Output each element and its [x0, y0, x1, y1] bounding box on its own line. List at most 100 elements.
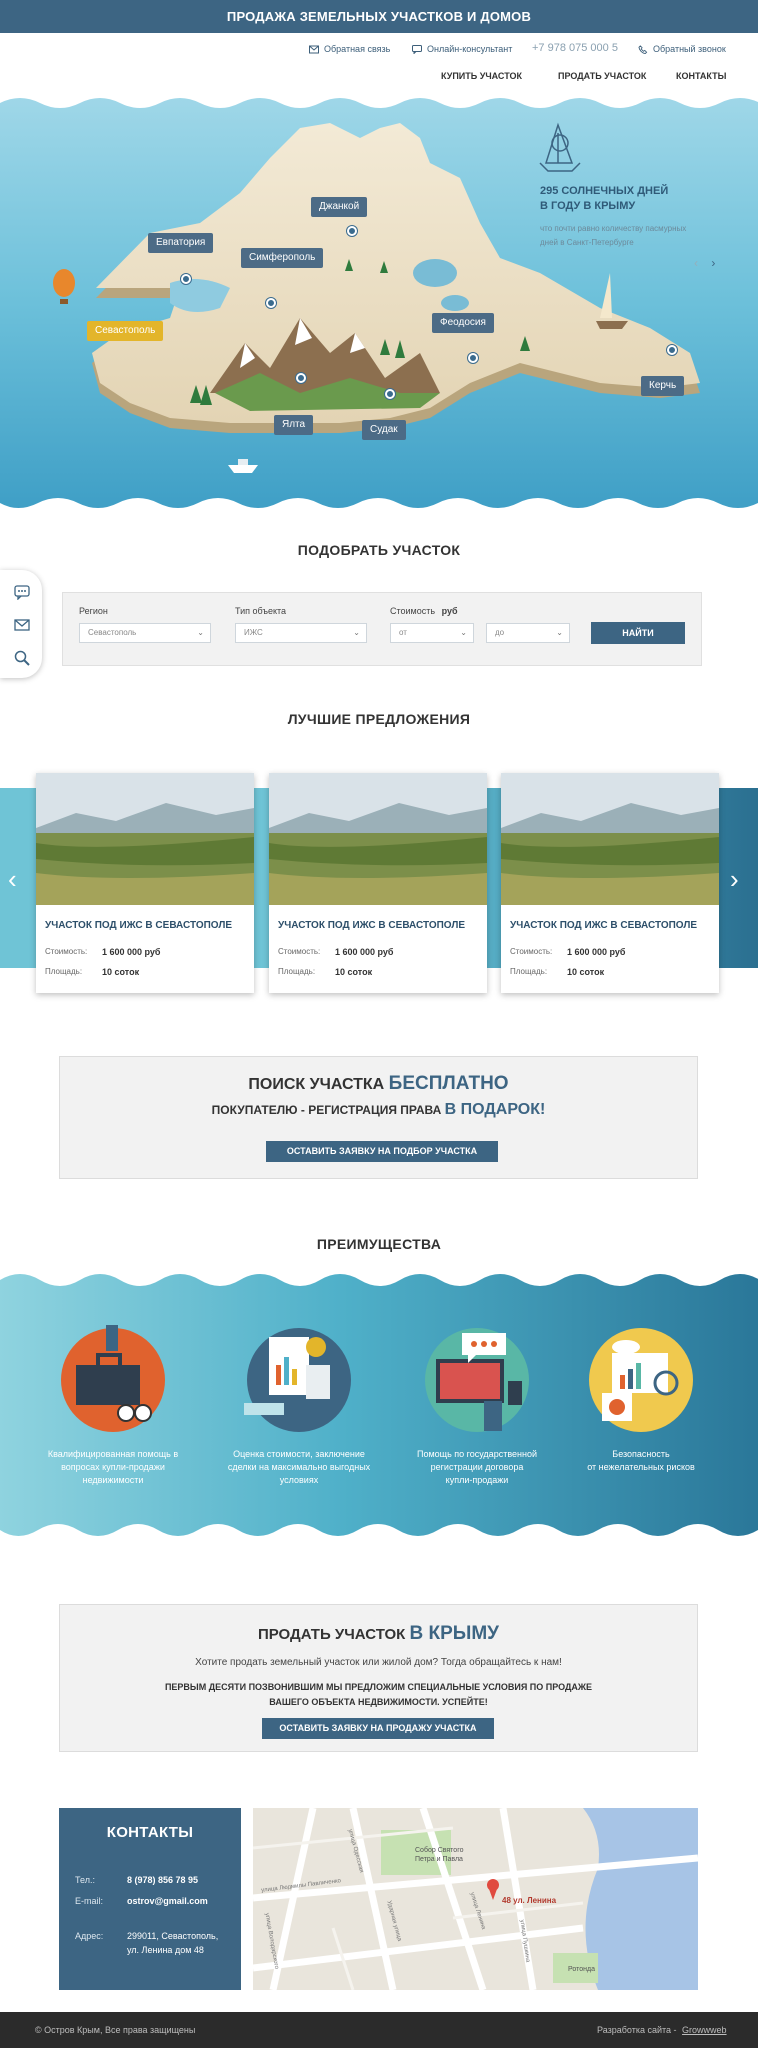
offer-card[interactable]: УЧАСТОК ПОД ИЖС В СЕВАСТОПОЛЕ Стоимость:…: [36, 773, 254, 993]
advantage-text: Безопасность от нежелательных рисков: [587, 1449, 695, 1472]
map-pin[interactable]: [468, 353, 478, 363]
search-icon[interactable]: [14, 650, 30, 666]
offers-prev-arrow[interactable]: ‹: [8, 866, 17, 892]
plot-filter-form: Регион Севастополь ⌄ Тип объекта ИЖС ⌄ С…: [62, 592, 702, 666]
chevron-down-icon: ⌄: [197, 628, 204, 637]
contacts-box: КОНТАКТЫ Тел.: 8 (978) 856 78 95 E-mail:…: [59, 1808, 241, 1990]
phone-label: Тел.:: [75, 1875, 95, 1885]
city-label-kerch[interactable]: Керчь: [641, 376, 685, 396]
price-to-value: до: [495, 628, 505, 637]
offers-next-arrow[interactable]: ›: [730, 866, 739, 892]
type-select[interactable]: ИЖС ⌄: [235, 623, 367, 643]
map-pin[interactable]: [181, 274, 191, 284]
consultant-label: Онлайн-консультант: [427, 44, 513, 54]
contact-links-row: Обратная связь Онлайн-консультант +7 978…: [0, 40, 758, 60]
map-pin[interactable]: [667, 345, 677, 355]
city-label-feodosia[interactable]: Феодосия: [432, 313, 494, 333]
map-church-label: Собор Святого Петра и Павла: [415, 1847, 464, 1863]
map-pin[interactable]: [266, 298, 276, 308]
price-from-select[interactable]: от ⌄: [390, 623, 474, 643]
city-label-evpatoria[interactable]: Евпатория: [148, 233, 214, 253]
hero-description: что почти равно количеству пасмурных дне…: [540, 224, 687, 247]
nav-sell[interactable]: ПРОДАТЬ УЧАСТОК: [558, 71, 646, 81]
mail-icon[interactable]: [14, 617, 30, 633]
site-title: ПРОДАЖА ЗЕМЕЛЬНЫХ УЧАСТКОВ И ДОМОВ: [226, 9, 532, 24]
sell-promo-offer: ПЕРВЫМ ДЕСЯТИ ПОЗВОНИВШИМ МЫ ПРЕДЛОЖИМ С…: [164, 1682, 593, 1707]
offer-card[interactable]: УЧАСТОК ПОД ИЖС В СЕВАСТОПОЛЕ Стоимость:…: [269, 773, 487, 993]
offer-title: УЧАСТОК ПОД ИЖС В СЕВАСТОПОЛЕ: [278, 920, 466, 931]
map-pin[interactable]: [385, 389, 395, 399]
map-rotunda-label: Ротонда: [568, 1966, 595, 1973]
search-request-button[interactable]: ОСТАВИТЬ ЗАЯВКУ НА ПОДБОР УЧАСТКА: [266, 1141, 498, 1162]
hero-fact: 295 СОЛНЕЧНЫХ ДНЕЙ В ГОДУ В КРЫМУ что по…: [540, 128, 690, 250]
type-select-value: ИЖС: [244, 628, 263, 637]
offer-price-row: Стоимость: 1 600 000 руб: [45, 947, 161, 957]
chat-icon[interactable]: [14, 584, 30, 600]
city-label-sevastopol[interactable]: Севастополь: [87, 321, 164, 341]
type-label: Тип объекта: [235, 606, 287, 616]
advantage-text: Оценка стоимости, заключение сделки на м…: [227, 1449, 371, 1485]
email-label: E-mail:: [75, 1896, 104, 1906]
main-nav: КУПИТЬ УЧАСТОК ПРОДАТЬ УЧАСТОК КОНТАКТЫ: [0, 71, 758, 85]
promo-search-line1: ПОИСК УЧАСТКА БЕСПЛАТНО: [248, 1073, 509, 1094]
phone-text: +7 978 075 000 5: [532, 42, 618, 54]
offer-price: 1 600 000 руб: [102, 947, 161, 957]
envelope-icon: [309, 45, 319, 53]
hero-headline: 295 СОЛНЕЧНЫХ ДНЕЙ В ГОДУ В КРЫМУ: [540, 185, 669, 212]
nav-buy[interactable]: КУПИТЬ УЧАСТОК: [441, 71, 522, 81]
sell-request-button[interactable]: ОСТАВИТЬ ЗАЯВКУ НА ПРОДАЖУ УЧАСТКА: [262, 1718, 494, 1739]
offer-title: УЧАСТОК ПОД ИЖС В СЕВАСТОПОЛЕ: [45, 920, 233, 931]
monitor-chat-icon: [425, 1328, 529, 1432]
chevron-down-icon: ⌄: [556, 628, 563, 637]
hero-slider-arrows: ‹ ›: [694, 256, 715, 270]
offer-area-row: Площадь: 10 соток: [45, 967, 140, 977]
contact-phone[interactable]: 8 (978) 856 78 95: [127, 1873, 198, 1887]
region-label: Регион: [79, 606, 108, 616]
price-label: Стоимость руб: [390, 606, 458, 616]
city-label-sudak[interactable]: Судак: [362, 420, 406, 440]
region-select-value: Севастополь: [88, 628, 137, 637]
find-button[interactable]: НАЙТИ: [591, 622, 685, 644]
offer-photo: [501, 773, 719, 905]
promo-search-line2: ПОКУПАТЕЛЮ - РЕГИСТРАЦИЯ ПРАВА В ПОДАРОК…: [211, 1101, 546, 1118]
hero-prev-arrow[interactable]: ‹: [694, 256, 698, 270]
nav-contacts[interactable]: КОНТАКТЫ: [676, 71, 726, 81]
filter-heading: ПОДОБРАТЬ УЧАСТОК: [297, 542, 461, 558]
city-label-dzhankoy[interactable]: Джанкой: [311, 197, 368, 217]
offer-price-row: Стоимость: 1 600 000 руб: [510, 947, 626, 957]
hero-next-arrow[interactable]: ›: [711, 256, 715, 270]
offer-area: 10 соток: [335, 967, 373, 977]
contact-email[interactable]: ostrov@gmail.com: [127, 1894, 208, 1908]
map-pin[interactable]: [347, 226, 357, 236]
feedback-label: Обратная связь: [324, 44, 391, 54]
offer-photo: [36, 773, 254, 905]
map-pin[interactable]: [296, 373, 306, 383]
city-label-simferopol[interactable]: Симферополь: [241, 248, 324, 268]
advantage-text: Помощь по государственной регистрации до…: [417, 1449, 537, 1485]
developer-link[interactable]: Growwweb: [682, 2025, 727, 2035]
offer-area: 10 соток: [102, 967, 140, 977]
map-marker-label: 48 ул. Ленина: [502, 1896, 557, 1905]
offers-heading: ЛУЧШИЕ ПРЕДЛОЖЕНИЯ: [287, 711, 471, 727]
chat-bubble-icon: [412, 44, 422, 54]
offer-card[interactable]: УЧАСТОК ПОД ИЖС В СЕВАСТОПОЛЕ Стоимость:…: [501, 773, 719, 993]
sell-promo-title: ПРОДАТЬ УЧАСТОК В КРЫМУ: [257, 1623, 500, 1644]
location-map[interactable]: 48 ул. Ленина Собор Святого Петра и Павл…: [253, 1808, 698, 1990]
phone-number[interactable]: +7 978 075 000 5: [532, 42, 618, 54]
floating-side-panel: [0, 570, 42, 678]
free-search-promo: ПОИСК УЧАСТКА БЕСПЛАТНО ПОКУПАТЕЛЮ - РЕГ…: [59, 1056, 698, 1179]
footer: © Остров Крым, Все права защищены Разраб…: [0, 2012, 758, 2048]
sell-plot-promo: ПРОДАТЬ УЧАСТОК В КРЫМУ Хотите продать з…: [59, 1604, 698, 1752]
copyright-text: © Остров Крым, Все права защищены: [35, 2025, 196, 2035]
price-to-select[interactable]: до ⌄: [486, 623, 570, 643]
callback-link[interactable]: Обратный звонок: [638, 44, 726, 54]
consultant-link[interactable]: Онлайн-консультант: [412, 44, 512, 54]
briefcase-icon: [61, 1325, 165, 1432]
region-select[interactable]: Севастополь ⌄: [79, 623, 211, 643]
offer-area: 10 соток: [567, 967, 605, 977]
developer-credit: Разработка сайта - Growwweb: [597, 2025, 727, 2035]
phone-icon: [638, 44, 648, 54]
feedback-link[interactable]: Обратная связь: [309, 44, 390, 54]
chevron-down-icon: ⌄: [460, 628, 467, 637]
city-label-yalta[interactable]: Ялта: [274, 415, 314, 435]
